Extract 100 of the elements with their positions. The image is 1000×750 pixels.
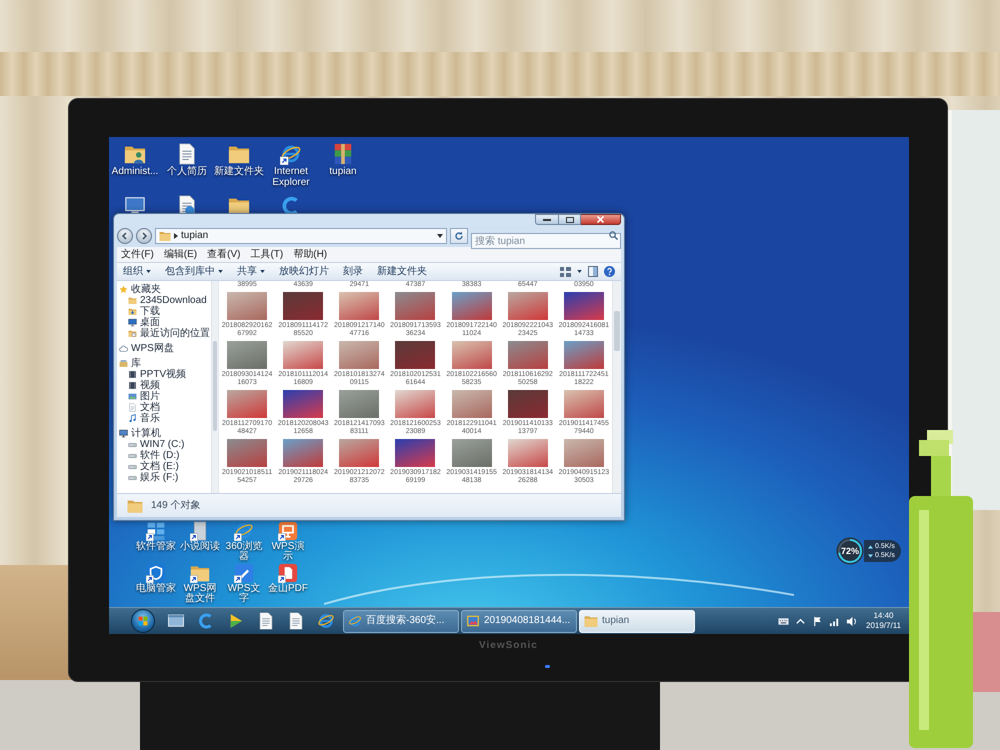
sidebar-item[interactable]: 文档	[128, 402, 160, 413]
flag-icon[interactable]	[812, 616, 823, 626]
browser-icon[interactable]	[280, 143, 302, 165]
toolbar-button[interactable]: 组织	[123, 266, 151, 278]
refresh-button[interactable]	[450, 228, 468, 244]
sidebar-item[interactable]: 最近访问的位置	[128, 328, 210, 339]
document-tile-icon[interactable]	[278, 563, 298, 583]
keyboard-icon[interactable]	[778, 616, 789, 626]
menu-item[interactable]: 查看(V)	[207, 248, 240, 260]
icon-label[interactable]: 小说阅读	[180, 542, 220, 552]
stacked-books-icon[interactable]	[332, 143, 354, 165]
back-button[interactable]	[117, 228, 133, 244]
photo-thumbnail[interactable]	[395, 292, 436, 320]
menu-item[interactable]: 编辑(E)	[164, 248, 198, 260]
sidebar-item[interactable]: 软件 (D:)	[128, 450, 180, 461]
sidebar-item[interactable]: 图片	[128, 391, 160, 402]
browser-icon[interactable]	[317, 612, 335, 630]
icon-label[interactable]: 电脑管家	[136, 584, 176, 594]
sidebar-item[interactable]: 收藏夹	[119, 284, 161, 295]
icon-label[interactable]: 新建文件夹	[214, 166, 264, 177]
photo-thumbnail[interactable]	[339, 439, 380, 467]
search-field[interactable]: 搜索 tupian	[471, 233, 621, 249]
menu-item[interactable]: 文件(F)	[121, 248, 154, 260]
minimize-button[interactable]	[535, 214, 559, 225]
search-icon[interactable]	[609, 231, 618, 240]
pen-tile-icon[interactable]	[234, 563, 254, 583]
forward-button[interactable]	[136, 228, 152, 244]
sidebar-item[interactable]: PPTV视频	[128, 369, 186, 380]
volume-icon[interactable]	[846, 616, 857, 626]
photo-thumbnail[interactable]	[395, 341, 436, 369]
sidebar-item[interactable]: 娱乐 (F:)	[128, 472, 178, 483]
photo-thumbnail[interactable]	[564, 439, 604, 467]
toolbar-button[interactable]: 刻录	[343, 266, 363, 278]
toolbar-button[interactable]: 新建文件夹	[377, 266, 427, 278]
photo-thumbnail[interactable]	[508, 341, 548, 369]
photo-thumbnail[interactable]	[564, 390, 604, 418]
toolbar-button[interactable]: 包含到库中	[165, 266, 223, 278]
photo-thumbnail[interactable]	[508, 390, 548, 418]
sidebar-item[interactable]: 桌面	[128, 317, 160, 328]
photo-thumbnail[interactable]	[227, 439, 268, 467]
presentation-tile-icon[interactable]	[278, 521, 298, 541]
toolbar-button[interactable]: 共享	[237, 266, 265, 278]
icon-label[interactable]: 个人简历	[167, 166, 207, 177]
photo-thumbnail[interactable]	[339, 341, 380, 369]
scrollbar-thumb[interactable]	[614, 311, 620, 351]
document-icon[interactable]	[287, 612, 305, 630]
taskbar-button[interactable]: 20190408181444...	[461, 610, 577, 632]
photo-thumbnail[interactable]	[452, 390, 492, 418]
menu-item[interactable]: 工具(T)	[250, 248, 284, 260]
start-button[interactable]	[131, 609, 155, 633]
sidebar-item[interactable]: 文档 (E:)	[128, 461, 179, 472]
photo-thumbnail[interactable]	[564, 341, 604, 369]
photo-thumbnail[interactable]	[339, 390, 380, 418]
photo-thumbnail[interactable]	[283, 439, 324, 467]
photo-thumbnail[interactable]	[452, 341, 492, 369]
caret-icon[interactable]	[577, 270, 582, 273]
photo-thumbnail[interactable]	[227, 341, 268, 369]
clock-time[interactable]: 14:40	[873, 611, 894, 621]
photo-thumbnail[interactable]	[564, 292, 604, 320]
scrollbar[interactable]	[211, 281, 218, 493]
view-options-icon[interactable]	[560, 266, 571, 276]
icon-label[interactable]: 360浏览器	[223, 542, 265, 562]
photo-thumbnail[interactable]	[508, 439, 548, 467]
sidebar-item[interactable]: 音乐	[128, 413, 160, 424]
help-icon[interactable]	[604, 266, 615, 277]
photo-thumbnail[interactable]	[339, 292, 380, 320]
photo-thumbnail[interactable]	[283, 292, 324, 320]
photo-thumbnail[interactable]	[452, 439, 492, 467]
sidebar-item[interactable]: 下载	[128, 306, 160, 317]
menu-item[interactable]: 帮助(H)	[293, 248, 328, 260]
tiles-icon[interactable]	[146, 521, 166, 541]
sidebar-item[interactable]: 2345Download	[128, 295, 207, 306]
photo-thumbnail[interactable]	[283, 390, 324, 418]
icon-label[interactable]: tupian	[329, 166, 357, 177]
sidebar-item[interactable]: 视频	[128, 380, 160, 391]
preview-pane-icon[interactable]	[588, 266, 598, 277]
shield-tile-icon[interactable]	[146, 563, 166, 583]
close-button[interactable]	[581, 214, 621, 225]
browser-icon[interactable]	[234, 521, 254, 541]
taskbar-button[interactable]: 百度搜索-360安...	[343, 610, 459, 632]
photo-thumbnail[interactable]	[508, 292, 548, 320]
sidebar-item[interactable]: WIN7 (C:)	[128, 439, 184, 450]
scrollbar[interactable]	[612, 281, 621, 493]
photo-thumbnail[interactable]	[395, 390, 436, 418]
photo-thumbnail[interactable]	[395, 439, 436, 467]
icon-label[interactable]: Administ...	[112, 166, 158, 177]
sidebar-item[interactable]: 库	[119, 358, 141, 369]
maximize-button[interactable]	[559, 214, 581, 225]
photo-thumbnail[interactable]	[283, 341, 324, 369]
clock-date[interactable]: 2019/7/11	[866, 621, 901, 631]
address-bar[interactable]: tupian	[155, 228, 447, 244]
photo-thumbnail[interactable]	[227, 292, 268, 320]
icon-label[interactable]: 软件管家	[136, 542, 176, 552]
toolbar-button[interactable]: 放映幻灯片	[279, 266, 329, 278]
photo-thumbnail[interactable]	[452, 292, 492, 320]
taskbar-button[interactable]: tupian	[579, 610, 695, 632]
sidebar-item[interactable]: WPS网盘	[119, 343, 174, 354]
photo-thumbnail[interactable]	[227, 390, 268, 418]
document-icon[interactable]	[257, 612, 275, 630]
icon-label[interactable]: WPS网盘文件	[179, 584, 221, 604]
